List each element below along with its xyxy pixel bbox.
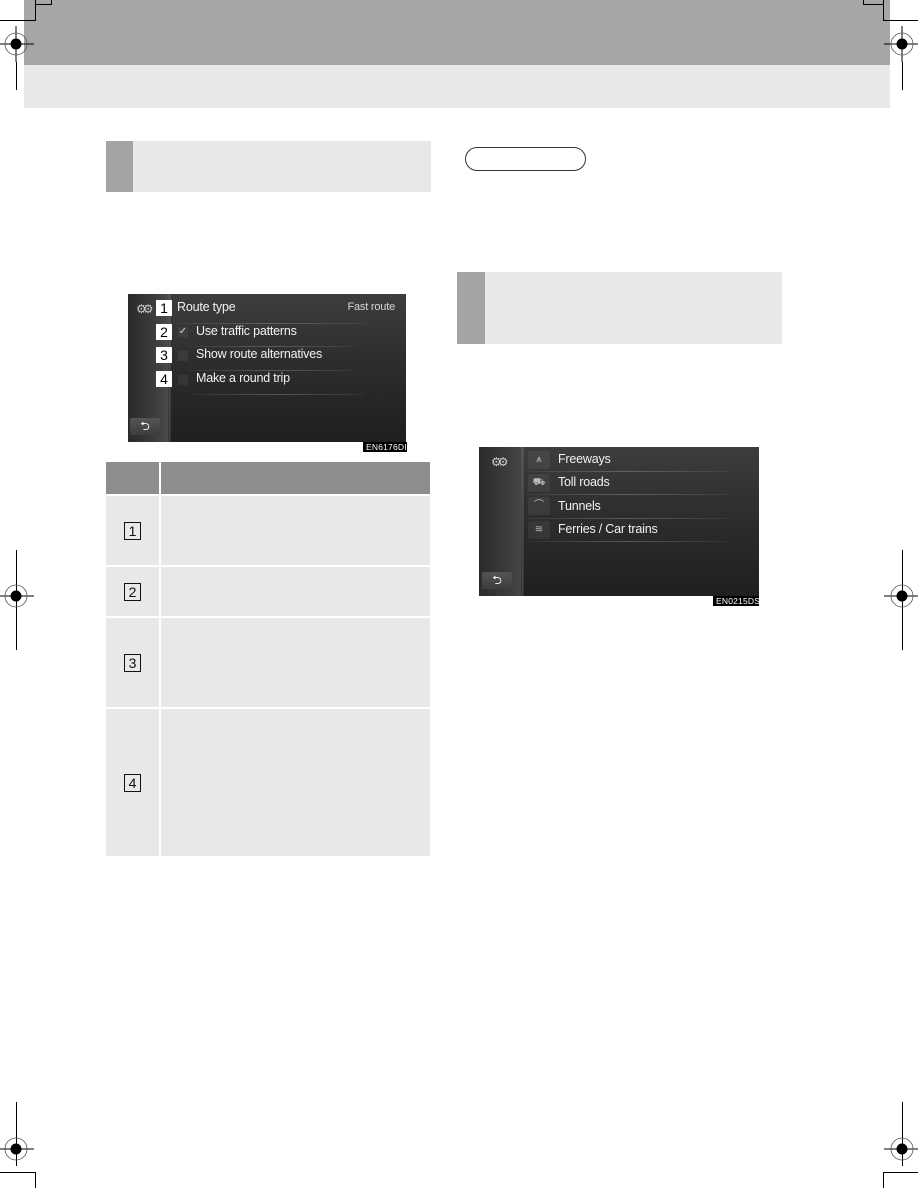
table-row-description xyxy=(161,618,430,707)
row-divider xyxy=(527,494,727,495)
row-divider xyxy=(527,518,727,519)
callout-4: 4 xyxy=(156,371,172,387)
page-header-band xyxy=(24,0,890,65)
crop-mark xyxy=(883,1172,884,1188)
use-traffic-patterns-label[interactable]: Use traffic patterns xyxy=(196,324,297,338)
crop-mark xyxy=(883,1172,918,1173)
callout-number-4: 4 xyxy=(124,773,141,792)
section-heading-avoid xyxy=(457,272,782,344)
route-type-value[interactable]: Fast route xyxy=(347,301,395,313)
table-row: 3 xyxy=(106,618,430,707)
callout-description-table: 1 2 3 4 xyxy=(106,462,430,856)
registration-mark-icon xyxy=(884,26,918,62)
table-row: 1 xyxy=(106,496,430,565)
avoid-settings-screen: ⚙⚙ ⩚ Freeways ⛟ Toll roads ⌒ Tunnels ≋ F… xyxy=(479,447,759,596)
make-round-trip-label[interactable]: Make a round trip xyxy=(196,371,290,385)
figure-code: EN0215DS xyxy=(713,596,760,606)
make-round-trip-checkbox[interactable] xyxy=(178,375,188,385)
crop-mark xyxy=(35,1172,36,1188)
callout-number-3: 3 xyxy=(124,653,141,672)
tunnels-option[interactable]: Tunnels xyxy=(558,499,601,513)
table-row-description xyxy=(161,567,430,616)
crop-mark xyxy=(863,4,884,5)
registration-mark-icon xyxy=(884,1137,918,1161)
toll-road-icon: ⛟ xyxy=(528,474,550,492)
figure-code: EN6176DI xyxy=(363,442,407,452)
back-button[interactable]: ⮌ xyxy=(482,572,512,589)
row-divider xyxy=(194,394,364,395)
section-heading-route-options xyxy=(106,141,431,192)
callout-3: 3 xyxy=(156,347,172,363)
table-row-description xyxy=(161,496,430,565)
callout-1: 1 xyxy=(156,300,172,316)
table-row: 4 xyxy=(106,709,430,856)
freeways-option[interactable]: Freeways xyxy=(558,452,611,466)
ferries-car-trains-option[interactable]: Ferries / Car trains xyxy=(558,522,658,536)
tunnel-icon: ⌒ xyxy=(528,497,550,515)
table-header-description xyxy=(161,462,430,494)
crop-mark xyxy=(16,62,17,90)
callout-2: 2 xyxy=(156,324,172,340)
crop-mark xyxy=(0,20,35,21)
ferry-icon: ≋ xyxy=(528,521,550,539)
section-heading-tab xyxy=(106,141,133,192)
information-label xyxy=(465,147,586,171)
gears-icon[interactable]: ⚙⚙ xyxy=(491,455,508,469)
section-heading-tab xyxy=(457,272,485,344)
screen-sidebar-edge xyxy=(168,294,171,442)
freeway-icon: ⩚ xyxy=(528,451,550,469)
registration-mark-icon xyxy=(0,584,34,608)
toll-roads-option[interactable]: Toll roads xyxy=(558,475,610,489)
table-header-row xyxy=(106,462,430,494)
crop-mark xyxy=(902,62,903,90)
callout-number-2: 2 xyxy=(124,582,141,601)
page-subheader-band xyxy=(24,65,890,108)
callout-number-1: 1 xyxy=(124,521,141,540)
screen-sidebar-edge xyxy=(521,447,524,596)
table-header-number xyxy=(106,462,159,494)
route-settings-screen: ⚙⚙ 1 Route type Fast route 2 ✓ Use traff… xyxy=(128,294,406,442)
registration-mark-icon xyxy=(884,584,918,608)
registration-mark-icon xyxy=(0,26,34,62)
use-traffic-patterns-checkbox[interactable]: ✓ xyxy=(178,327,188,337)
table-row: 2 xyxy=(106,567,430,616)
table-row-description xyxy=(161,709,430,856)
crop-mark xyxy=(35,4,52,5)
show-route-alternatives-label[interactable]: Show route alternatives xyxy=(196,347,322,361)
row-divider xyxy=(527,541,727,542)
route-type-label[interactable]: Route type xyxy=(177,300,236,314)
crop-mark xyxy=(883,20,918,21)
back-button[interactable]: ⮌ xyxy=(130,418,160,435)
show-route-alternatives-checkbox[interactable] xyxy=(178,351,188,361)
row-divider xyxy=(527,471,727,472)
gears-icon[interactable]: ⚙⚙ xyxy=(136,302,153,316)
registration-mark-icon xyxy=(0,1137,34,1161)
crop-mark xyxy=(863,0,864,4)
crop-mark xyxy=(0,1172,35,1173)
